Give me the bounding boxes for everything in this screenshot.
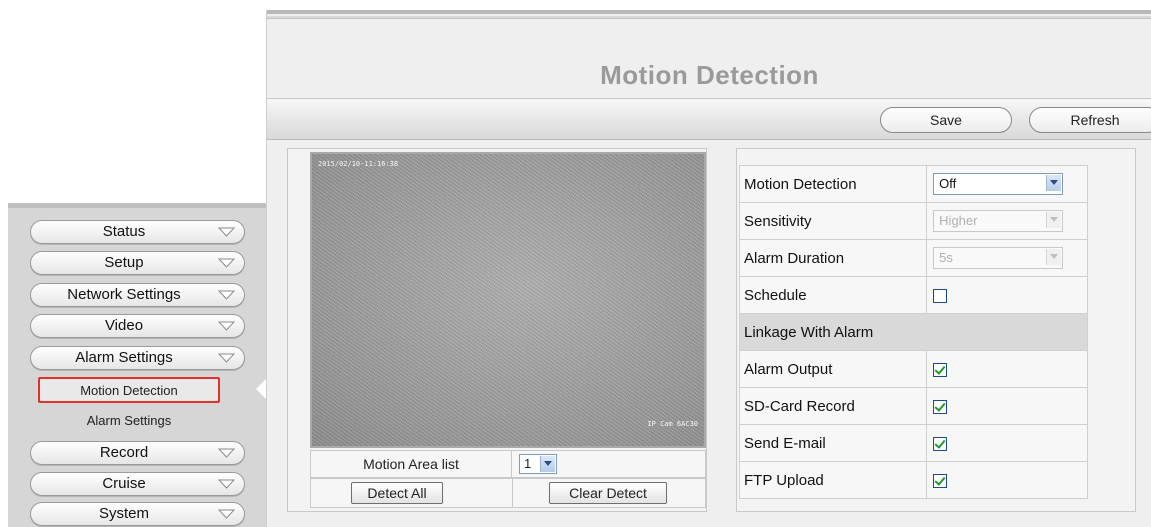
motion-area-label: Motion Area list (311, 451, 512, 477)
sidebar-nav: Status Setup Network Settings Video Alar… (8, 203, 266, 527)
clear-detect-button[interactable]: Clear Detect (549, 482, 667, 504)
sensitivity-value: Higher (939, 213, 978, 228)
alarm-output-checkbox[interactable] (933, 362, 948, 377)
sensitivity-select[interactable]: Higher (933, 210, 1064, 232)
top-divider-secondary (267, 16, 1151, 19)
sidebar-item-label: Alarm Settings (75, 349, 173, 366)
sidebar-top-divider (8, 204, 266, 208)
sidebar-item-status[interactable]: Status (30, 220, 245, 244)
motion-area-selected-value: 1 (524, 456, 532, 471)
schedule-checkbox[interactable] (933, 288, 948, 303)
page-title: Motion Detection (600, 60, 819, 90)
sidebar-item-system[interactable]: System (30, 502, 245, 526)
detect-all-button[interactable]: Detect All (351, 482, 443, 504)
dropdown-arrow-icon (1046, 249, 1062, 265)
save-button[interactable]: Save (880, 107, 1012, 133)
send-email-checkbox[interactable] (933, 436, 948, 451)
sidebar-item-alarm-settings[interactable]: Alarm Settings (30, 346, 245, 370)
chevron-down-icon (218, 479, 235, 489)
linkage-header-row: Linkage With Alarm (739, 313, 1088, 351)
setting-row-send-email: Send E-mail (738, 424, 1088, 462)
sidebar-item-label: Status (102, 223, 146, 240)
setting-row-sd-card-record: SD-Card Record (738, 387, 1088, 425)
chevron-down-icon (218, 227, 235, 237)
refresh-button[interactable]: Refresh (1029, 107, 1151, 133)
chevron-down-icon (218, 321, 235, 331)
setting-row-alarm-output: Alarm Output (738, 350, 1088, 388)
video-camera-name: IP Cam 6AC30 (647, 420, 698, 428)
setting-label: Schedule (738, 276, 928, 314)
main-panel: Motion Detection Save Refresh 2015/02/10… (266, 10, 1151, 527)
setting-label: Send E-mail (738, 424, 928, 462)
camera-preview[interactable]: 2015/02/10-11:16:38 IP Cam 6AC30 (310, 152, 706, 448)
alarm-duration-value: 5s (939, 250, 953, 265)
motion-area-row: Motion Area list 1 (310, 450, 706, 478)
ftp-upload-checkbox[interactable] (933, 473, 948, 488)
sidebar-item-label: Network Settings (67, 286, 181, 303)
chevron-down-icon (218, 353, 235, 363)
dropdown-arrow-icon (540, 456, 555, 472)
chevron-down-icon (218, 258, 235, 268)
alarm-duration-select[interactable]: 5s (933, 247, 1064, 269)
setting-label: SD-Card Record (738, 387, 928, 425)
setting-row-motion-detection: Motion Detection Off (738, 165, 1088, 203)
setting-label: FTP Upload (738, 461, 928, 499)
sd-card-record-checkbox[interactable] (933, 399, 948, 414)
selected-pointer-icon (256, 379, 266, 399)
video-timestamp: 2015/02/10-11:16:38 (318, 160, 399, 168)
sidebar-subitem-motion-detection[interactable]: Motion Detection (38, 377, 220, 403)
setting-row-ftp-upload: FTP Upload (738, 461, 1088, 499)
toolbar: Save Refresh (267, 98, 1151, 140)
sidebar-item-label: System (98, 505, 149, 522)
settings-panel: Motion Detection Off Sensitivity Higher (736, 148, 1136, 512)
setting-label: Alarm Output (738, 350, 928, 388)
chevron-down-icon (218, 448, 235, 458)
row-divider (512, 479, 513, 507)
setting-row-sensitivity: Sensitivity Higher (738, 202, 1088, 240)
sidebar-item-cruise[interactable]: Cruise (30, 472, 245, 496)
sidebar-item-label: Cruise (102, 475, 146, 492)
top-divider (267, 10, 1151, 14)
chevron-down-icon (218, 290, 235, 300)
chevron-down-icon (218, 509, 235, 519)
setting-label: Motion Detection (738, 165, 928, 203)
sidebar-subitem-alarm-settings[interactable]: Alarm Settings (38, 409, 220, 435)
sidebar-item-label: Record (99, 444, 149, 461)
linkage-header: Linkage With Alarm (739, 313, 1088, 351)
sidebar-item-label: Setup (104, 254, 144, 271)
setting-row-alarm-duration: Alarm Duration 5s (738, 239, 1088, 277)
settings-table: Motion Detection Off Sensitivity Higher (738, 165, 1088, 499)
video-panel: 2015/02/10-11:16:38 IP Cam 6AC30 Motion … (287, 148, 707, 512)
setting-row-schedule: Schedule (738, 276, 1088, 314)
motion-area-select[interactable]: 1 (519, 454, 557, 474)
sidebar-item-label: Video (104, 317, 144, 334)
sidebar-item-record[interactable]: Record (30, 441, 245, 465)
setting-label: Sensitivity (738, 202, 928, 240)
sidebar-item-video[interactable]: Video (30, 314, 245, 338)
dropdown-arrow-icon (1046, 212, 1062, 228)
setting-label: Alarm Duration (738, 239, 928, 277)
dropdown-arrow-icon (1046, 175, 1062, 191)
sidebar-item-setup[interactable]: Setup (30, 251, 245, 275)
motion-detection-select[interactable]: Off (933, 173, 1064, 195)
detect-buttons-row: Detect All Clear Detect (310, 478, 706, 508)
motion-detection-value: Off (939, 176, 957, 191)
sidebar-item-network-settings[interactable]: Network Settings (30, 283, 245, 307)
